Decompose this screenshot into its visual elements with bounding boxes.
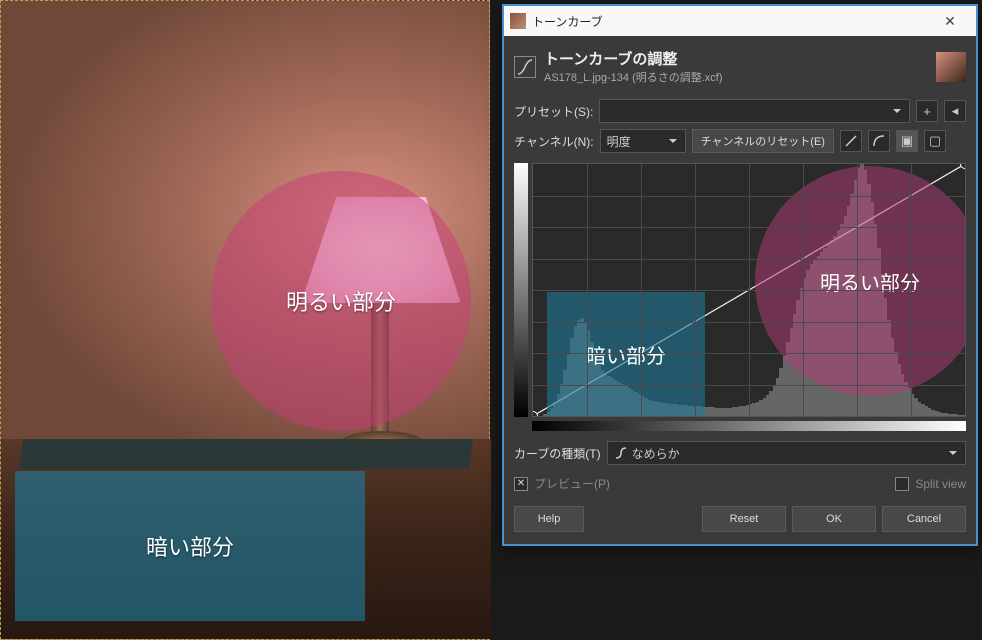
channel-label: チャンネル(N): <box>514 133 594 150</box>
preview-label: プレビュー(P) <box>534 475 610 492</box>
layer-thumbnail[interactable] <box>936 52 966 82</box>
curve-type-select[interactable]: なめらか <box>607 441 966 465</box>
preview-row: ✕ プレビュー(P) ✕ Split view <box>514 471 966 496</box>
split-view-checkbox[interactable]: ✕ <box>895 477 909 491</box>
output-pick-icon[interactable]: ▢ <box>924 130 946 152</box>
reset-button[interactable]: Reset <box>702 506 786 532</box>
cancel-button[interactable]: Cancel <box>882 506 966 532</box>
channel-value: 明度 <box>607 133 631 150</box>
curve-bright-label: 明るい部分 <box>820 267 920 296</box>
curve-type-label: カーブの種類(T) <box>514 445 601 462</box>
preset-label: プリセット(S): <box>514 103 593 120</box>
canvas-image-panel[interactable]: 明るい部分 暗い部分 <box>0 0 490 640</box>
smooth-curve-icon <box>614 446 628 460</box>
channel-reset-label: チャンネルのリセット(E) <box>701 133 825 149</box>
app-icon <box>510 13 526 29</box>
image-desk-top <box>19 439 473 469</box>
channel-row: チャンネル(N): 明度 チャンネルのリセット(E) ▣ ▢ <box>514 129 966 153</box>
close-button[interactable]: ✕ <box>930 7 970 35</box>
channel-reset-button[interactable]: チャンネルのリセット(E) <box>692 129 834 153</box>
overlay-dark-label: 暗い部分 <box>146 530 234 562</box>
overlay-bright-circle: 明るい部分 <box>211 171 471 431</box>
channel-select[interactable]: 明度 <box>600 129 686 153</box>
curves-icon <box>514 56 536 78</box>
curve-editor: 暗い部分 明るい部分 <box>514 163 966 431</box>
overlay-dark-rect: 暗い部分 <box>15 471 365 621</box>
header-title: トーンカーブの調整 <box>544 48 928 69</box>
curve-handle-highlight[interactable] <box>960 163 966 169</box>
curve-dark-overlay: 暗い部分 <box>547 292 705 416</box>
dialog-body: トーンカーブの調整 AS178_L.jpg-134 (明るさの調整.xcf) プ… <box>504 36 976 544</box>
preview-checkbox[interactable]: ✕ <box>514 477 528 491</box>
curve-handle-shadow[interactable] <box>532 411 538 417</box>
dialog-header: トーンカーブの調整 AS178_L.jpg-134 (明るさの調整.xcf) <box>514 44 966 93</box>
preset-add-button[interactable]: + <box>916 100 938 122</box>
curve-type-value: なめらか <box>632 445 680 462</box>
help-button[interactable]: Help <box>514 506 584 532</box>
preset-row: プリセット(S): + ◂ <box>514 99 966 123</box>
output-gradient <box>514 163 528 417</box>
input-gradient <box>532 421 966 431</box>
curve-canvas[interactable]: 暗い部分 明るい部分 <box>532 163 966 417</box>
curves-dialog: トーンカーブ ✕ トーンカーブの調整 AS178_L.jpg-134 (明るさの… <box>502 4 978 546</box>
preset-select[interactable] <box>599 99 910 123</box>
window-title: トーンカーブ <box>532 13 930 30</box>
curve-type-row: カーブの種類(T) なめらか <box>514 441 966 465</box>
overlay-bright-label: 明るい部分 <box>286 285 396 317</box>
input-pick-icon[interactable]: ▣ <box>896 130 918 152</box>
histogram-linear-icon[interactable] <box>840 130 862 152</box>
ok-button[interactable]: OK <box>792 506 876 532</box>
dialog-footer: Help Reset OK Cancel <box>514 502 966 532</box>
preset-menu-button[interactable]: ◂ <box>944 100 966 122</box>
header-text: トーンカーブの調整 AS178_L.jpg-134 (明るさの調整.xcf) <box>544 48 928 85</box>
curve-dark-label: 暗い部分 <box>586 340 666 369</box>
titlebar[interactable]: トーンカーブ ✕ <box>504 6 976 36</box>
image-canvas[interactable]: 明るい部分 暗い部分 <box>0 0 490 640</box>
header-subtitle: AS178_L.jpg-134 (明るさの調整.xcf) <box>544 69 928 85</box>
histogram-log-icon[interactable] <box>868 130 890 152</box>
split-view-label: Split view <box>915 477 966 491</box>
